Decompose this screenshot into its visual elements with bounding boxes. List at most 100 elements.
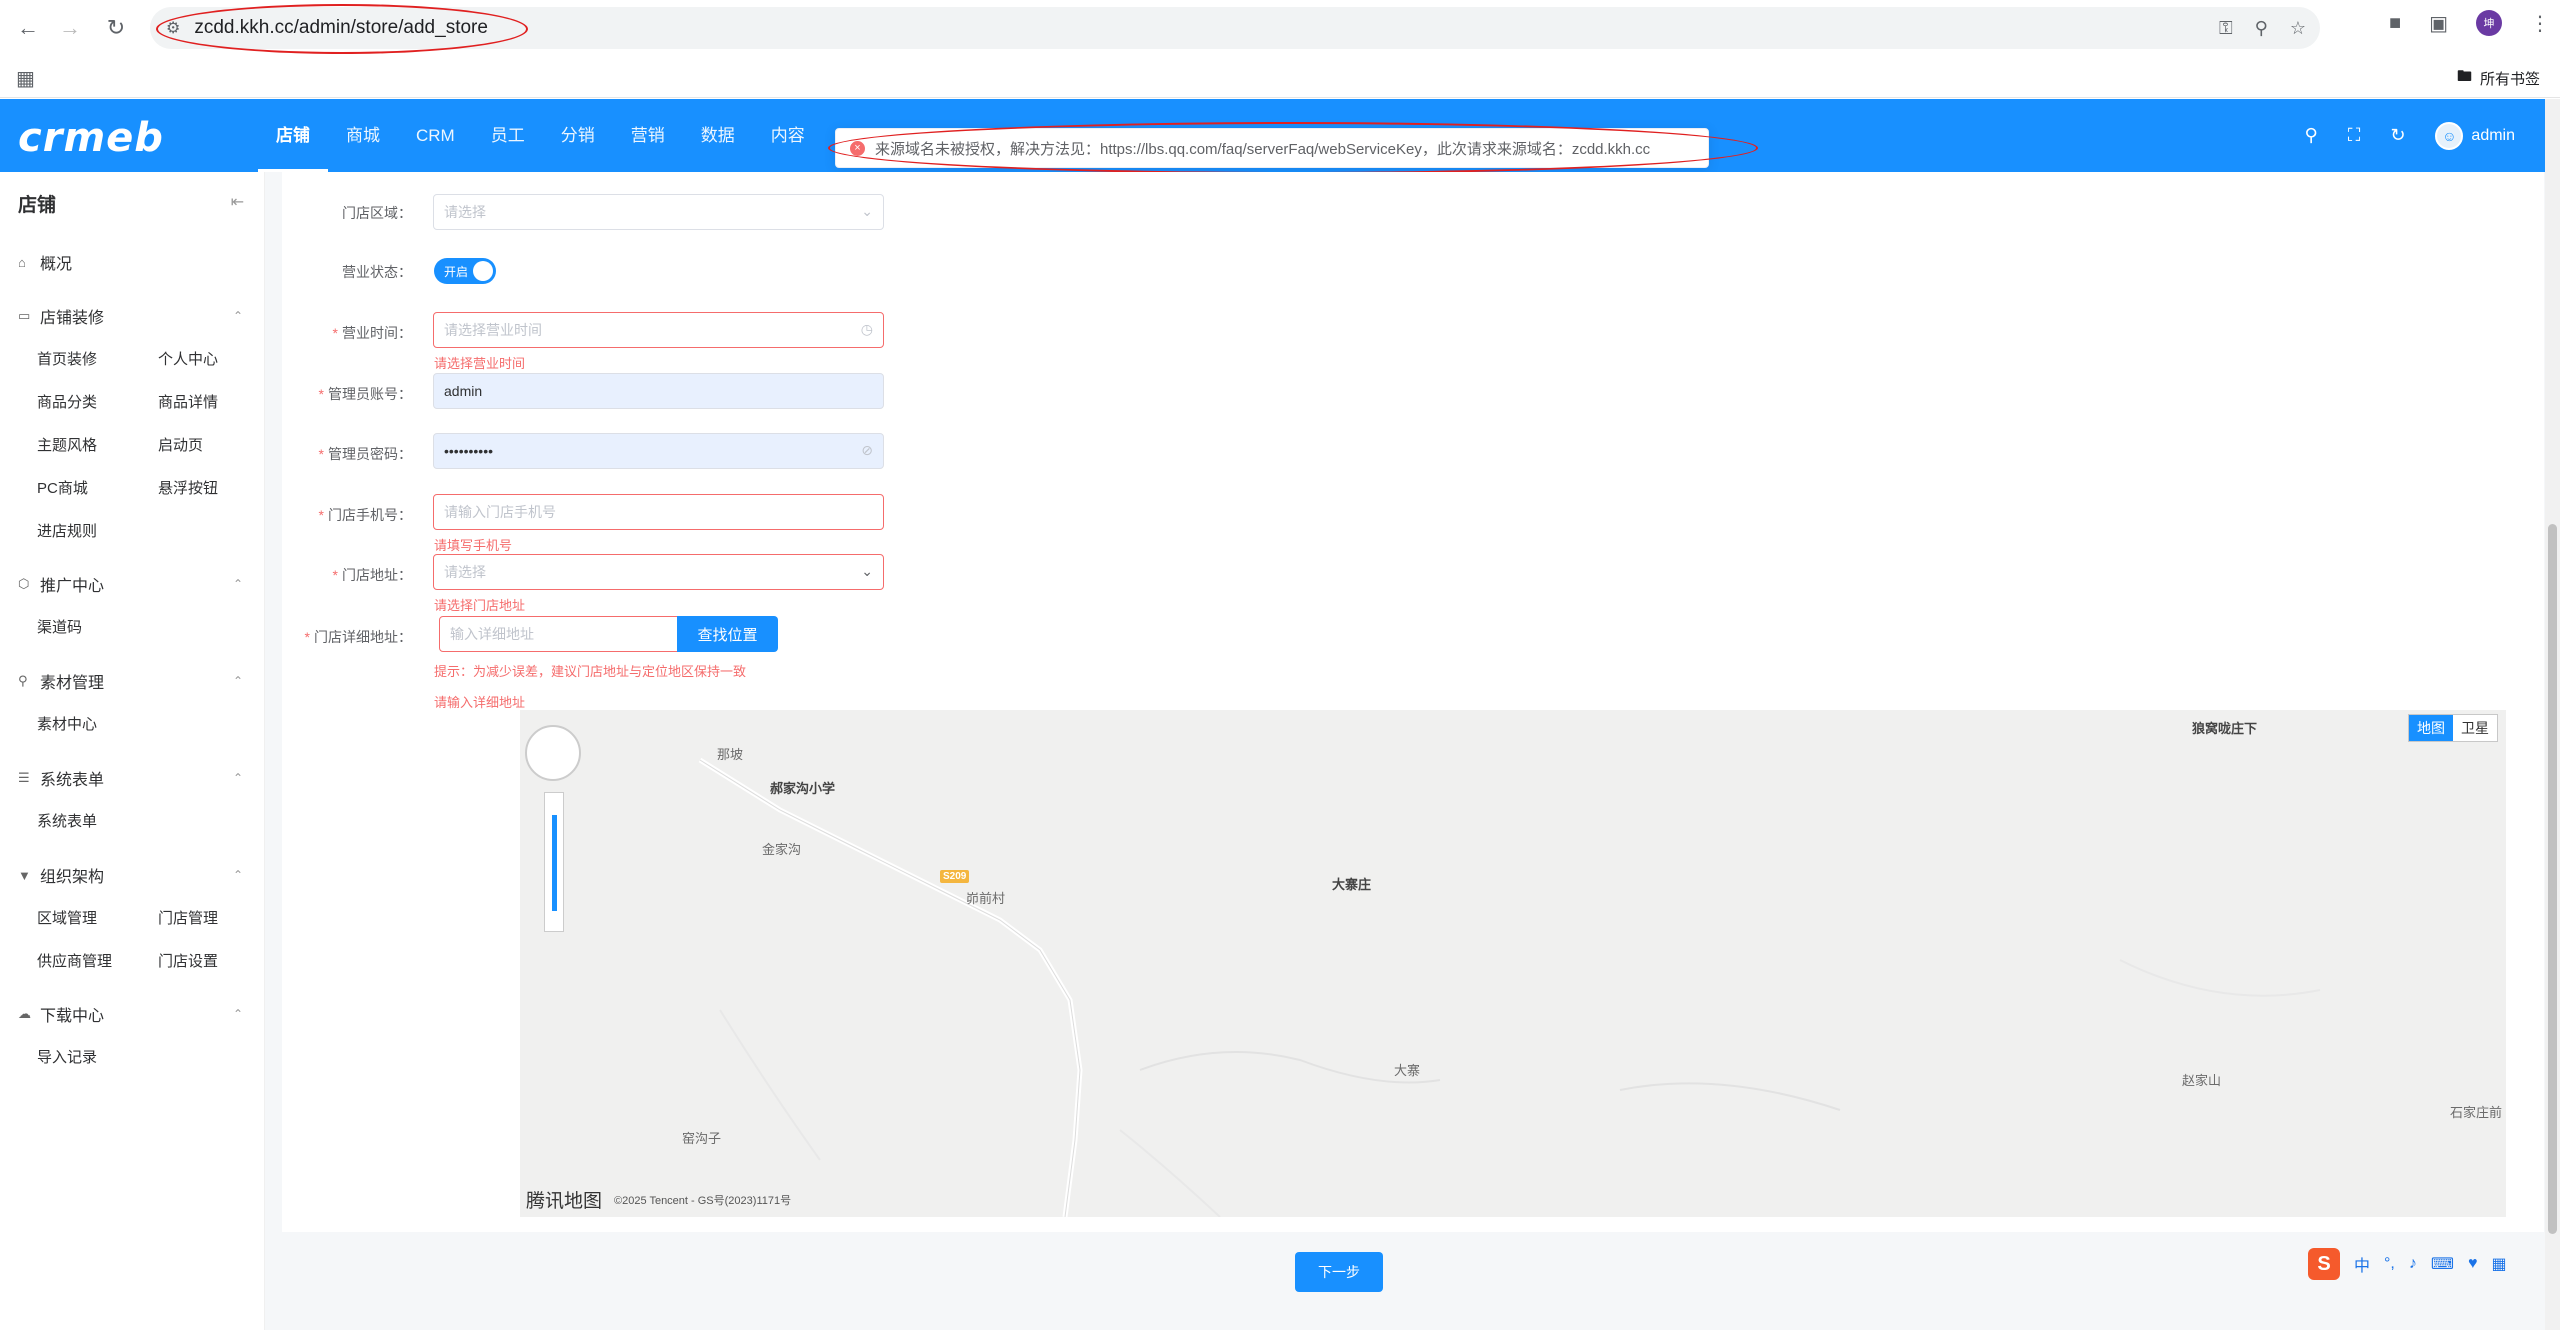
status-label: 营业状态： xyxy=(342,264,412,280)
monitor-icon: ▭ xyxy=(18,308,31,323)
sidebar-item-personal-center[interactable]: 个人中心 xyxy=(158,348,218,369)
topnav-marketing[interactable]: 营销 xyxy=(613,99,683,172)
sidebar-item-entry-rules[interactable]: 进店规则 xyxy=(37,520,97,541)
sidebar-item-import-log[interactable]: 导入记录 xyxy=(37,1046,97,1067)
sidebar-group-forms[interactable]: ☰ 系统表单 ⌃ xyxy=(18,766,243,790)
cast-icon[interactable]: ▣ xyxy=(2429,11,2448,36)
apps-grid-icon[interactable]: ▦ xyxy=(16,66,35,91)
password-label: * 管理员密码： xyxy=(318,446,412,462)
topnav-staff[interactable]: 员工 xyxy=(473,99,543,172)
toolbox-icon[interactable]: ▦ xyxy=(2491,1254,2506,1274)
crmeb-logo[interactable]: crmeb xyxy=(18,115,164,161)
map-label: 峁前村 xyxy=(966,891,1006,906)
address-error: 请选择门店地址 xyxy=(434,598,526,613)
region-select[interactable]: 请选择 ⌄ xyxy=(433,194,884,230)
sidebar-item-theme[interactable]: 主题风格 xyxy=(37,434,97,455)
detail-address-input[interactable]: 输入详细地址 xyxy=(439,616,678,652)
keyboard-icon[interactable]: ⌨ xyxy=(2431,1254,2454,1274)
sidebar-item-store-manage[interactable]: 门店管理 xyxy=(158,907,218,928)
next-step-button[interactable]: 下一步 xyxy=(1295,1252,1383,1292)
sidebar-group-organization[interactable]: ▼ 组织架构 ⌃ xyxy=(18,863,243,887)
scrollbar-thumb[interactable] xyxy=(2548,524,2557,1234)
detail-error: 请输入详细地址 xyxy=(434,695,526,710)
extensions-icon[interactable]: ■ xyxy=(2389,12,2401,35)
topnav-distribution[interactable]: 分销 xyxy=(543,99,613,172)
road-tag: S209 xyxy=(940,870,970,883)
detail-label: * 门店详细地址： xyxy=(304,629,412,645)
account-label: * 管理员账号： xyxy=(318,386,412,402)
map-type-tabs: 地图 卫星 xyxy=(2408,714,2498,742)
ime-lang-toggle[interactable]: 中 xyxy=(2354,1252,2370,1276)
map-tab-standard[interactable]: 地图 xyxy=(2409,715,2453,741)
sidebar-group-decoration[interactable]: ▭ 店铺装修 ⌃ xyxy=(18,304,243,328)
sogou-ime-icon[interactable]: S xyxy=(2308,1248,2340,1280)
map-view[interactable]: 那坡 郝家沟小学 金家沟 S209 峁前村 大寨庄 狼窝咙庄下 大寨 赵家山 石… xyxy=(520,710,2506,1217)
sidebar-title: 店铺 xyxy=(18,195,57,216)
password-key-icon[interactable]: ⚿ xyxy=(2219,18,2233,39)
sidebar-group-materials[interactable]: ⚲ 素材管理 ⌃ xyxy=(18,669,243,693)
topnav-data[interactable]: 数据 xyxy=(683,99,753,172)
detail-hint: 提示：为减少误差，建议门店地址与定位地区保持一致 xyxy=(434,664,747,679)
sidebar-item-home-decor[interactable]: 首页装修 xyxy=(37,348,97,369)
sidebar-item-float-button[interactable]: 悬浮按钮 xyxy=(158,477,218,498)
reload-icon[interactable]: ↻ xyxy=(98,10,134,46)
map-label: 狼窝咙庄下 xyxy=(2192,721,2258,736)
topnav-crm[interactable]: CRM xyxy=(398,99,473,172)
map-zoom-slider[interactable] xyxy=(544,792,564,932)
phone-error: 请填写手机号 xyxy=(434,538,513,553)
account-input[interactable]: admin xyxy=(433,373,884,409)
user-menu[interactable]: ☺ admin xyxy=(2435,121,2515,150)
all-bookmarks[interactable]: 🖿 所有书签 xyxy=(2457,66,2540,91)
menu-kebab-icon[interactable]: ⋮ xyxy=(2530,11,2550,36)
sidebar-group-overview[interactable]: ⌂ 概况 xyxy=(18,250,72,274)
eye-off-icon[interactable]: ⊘ xyxy=(861,442,873,459)
chevron-up-icon: ⌃ xyxy=(233,309,244,323)
map-label: 金家沟 xyxy=(762,842,802,857)
cube-icon: ⬡ xyxy=(18,576,30,591)
back-icon[interactable]: ← xyxy=(10,10,46,46)
phone-input[interactable]: 请输入门店手机号 xyxy=(433,494,884,530)
address-select[interactable]: 请选择 ⌄ xyxy=(433,554,884,590)
sidebar-item-store-settings[interactable]: 门店设置 xyxy=(158,950,218,971)
find-location-button[interactable]: 查找位置 xyxy=(677,616,778,652)
sidebar-item-pc-mall[interactable]: PC商城 xyxy=(37,477,88,498)
bulb-icon: ⚲ xyxy=(18,673,28,688)
microphone-icon[interactable]: ♪ xyxy=(2409,1255,2417,1273)
switch-knob xyxy=(473,261,493,281)
map-tab-satellite[interactable]: 卫星 xyxy=(2453,715,2497,741)
map-label: 窑沟子 xyxy=(682,1131,722,1146)
sidebar-item-system-forms[interactable]: 系统表单 xyxy=(37,810,97,831)
page-scrollbar[interactable] xyxy=(2545,99,2560,1330)
search-icon[interactable]: ⚲ xyxy=(2305,125,2318,146)
bookmark-star-icon[interactable]: ☆ xyxy=(2290,18,2306,39)
refresh-icon[interactable]: ↻ xyxy=(2390,125,2405,146)
ime-punct-toggle[interactable]: °, xyxy=(2384,1255,2395,1273)
hours-input[interactable]: 请选择营业时间 ◷ xyxy=(433,312,884,348)
ime-toolbar: S 中 °, ♪ ⌨ ♥ ▦ xyxy=(2308,1248,2507,1280)
password-input[interactable]: •••••••••• ⊘ xyxy=(433,433,884,469)
zoom-icon[interactable]: ⚲ xyxy=(2255,18,2268,39)
topnav-mall[interactable]: 商城 xyxy=(328,99,398,172)
sidebar-item-channel-code[interactable]: 渠道码 xyxy=(37,616,82,637)
annotation-circle-url xyxy=(156,4,528,54)
sidebar-group-promotion[interactable]: ⬡ 推广中心 ⌃ xyxy=(18,572,243,596)
sidebar-group-downloads[interactable]: ☁ 下载中心 ⌃ xyxy=(18,1002,243,1026)
map-pan-control[interactable] xyxy=(525,725,581,781)
sidebar-item-region[interactable]: 区域管理 xyxy=(37,907,97,928)
topnav-store[interactable]: 店铺 xyxy=(258,99,328,172)
forward-icon[interactable]: → xyxy=(52,10,88,46)
top-nav: 店铺 商城 CRM 员工 分销 营销 数据 内容 xyxy=(258,99,823,172)
list-icon: ☰ xyxy=(18,770,30,785)
profile-avatar[interactable]: 坤 xyxy=(2476,10,2502,36)
topnav-content[interactable]: 内容 xyxy=(753,99,823,172)
skin-icon[interactable]: ♥ xyxy=(2468,1255,2478,1273)
map-label: 那坡 xyxy=(717,747,744,762)
sidebar-item-supplier[interactable]: 供应商管理 xyxy=(37,950,112,971)
sidebar-item-category[interactable]: 商品分类 xyxy=(37,391,97,412)
status-switch[interactable]: 开启 xyxy=(434,258,496,284)
sidebar-item-material-center[interactable]: 素材中心 xyxy=(37,713,97,734)
region-label: 门店区域： xyxy=(342,205,412,221)
filter-icon: ▼ xyxy=(18,867,31,883)
fullscreen-icon[interactable]: ⛶ xyxy=(2348,125,2361,146)
sidebar: 店铺 ⇤ ⌂ 概况 ▭ 店铺装修 ⌃ 首页装修 个人中心 商品分类 商品详情 主… xyxy=(0,172,265,1330)
